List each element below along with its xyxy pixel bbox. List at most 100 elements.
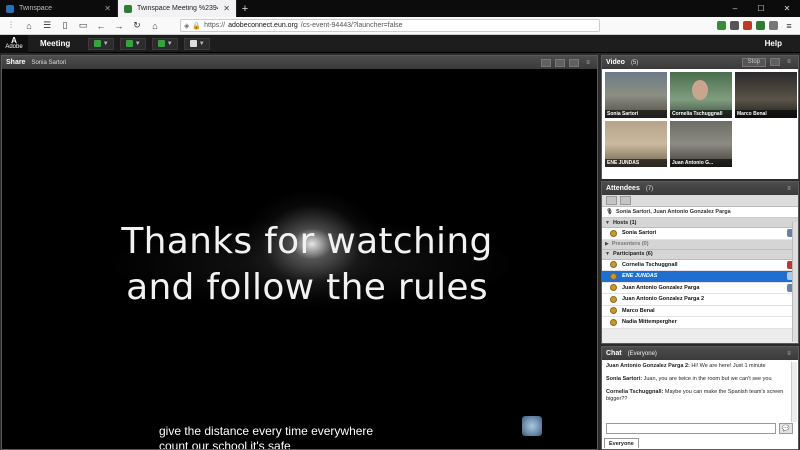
video-tile[interactable]: Marco Benal bbox=[735, 72, 797, 118]
person-icon bbox=[610, 318, 617, 326]
bookmarks-icon[interactable]: ☰ bbox=[40, 19, 54, 33]
address-bar[interactable]: ◈ 🔒 https://adobeconnect.eun.org/cs-even… bbox=[180, 19, 600, 32]
chat-message: Sonia Sartori: Juan, you are twice in th… bbox=[606, 376, 786, 383]
attendee-name: Juan Antonio Gonzalez Parga 2 bbox=[622, 296, 705, 303]
browser-nav-bar: ⫶ ⌂ ☰ ▯ ▭ ← → ↻ ⌂ ◈ 🔒 https://adobeconne… bbox=[0, 17, 800, 35]
hosts-group-header[interactable]: ▼ Hosts (1) bbox=[602, 218, 798, 228]
microphone-control[interactable]: ▼ bbox=[120, 37, 147, 50]
url-prefix: https:// bbox=[204, 22, 226, 29]
help-menu[interactable]: Help bbox=[765, 39, 800, 48]
sidebar-icon[interactable]: ▯ bbox=[58, 19, 72, 33]
attendee-row[interactable]: Juan Antonio Gonzalez Parga bbox=[602, 282, 798, 294]
layout-icon[interactable] bbox=[555, 58, 565, 67]
message-sender: Cornelia Tschuggnall: bbox=[606, 389, 664, 395]
video-tile[interactable]: Juan Antonio G... bbox=[670, 121, 732, 167]
chevron-down-icon[interactable]: ▼ bbox=[103, 41, 109, 47]
share-pod-header: Share Sonia Sartori ≡ bbox=[2, 56, 597, 69]
pod-menu-icon[interactable]: ≡ bbox=[784, 350, 794, 358]
share-pod: Share Sonia Sartori ≡ Thanks for watchin… bbox=[1, 55, 598, 450]
presenters-group-header[interactable]: ▶ Presenters (0) bbox=[602, 239, 798, 250]
logo-text: Adobe bbox=[5, 43, 23, 50]
fullscreen-icon[interactable] bbox=[569, 58, 579, 67]
send-message-icon[interactable]: 💬 bbox=[779, 423, 793, 434]
attendee-name: Sonia Sartori bbox=[622, 230, 657, 237]
close-tab-icon[interactable]: ✕ bbox=[104, 4, 111, 13]
chat-message: Juan Antonio Gonzalez Parga 2: Hi! We ar… bbox=[606, 363, 786, 370]
browser-tab-meeting[interactable]: Twinspace Meeting %2394443 ✕ bbox=[118, 0, 237, 17]
chevron-down-icon[interactable]: ▼ bbox=[135, 41, 141, 47]
tile-label: Sonia Sartori bbox=[605, 110, 667, 118]
browser-tab-twinspace[interactable]: Twinspace ✕ bbox=[0, 0, 118, 17]
back-icon[interactable]: ← bbox=[94, 19, 108, 33]
participants-group-header[interactable]: ▼ Participants (6) bbox=[602, 249, 798, 260]
pod-menu-icon[interactable]: ≡ bbox=[784, 185, 794, 193]
extension-icon[interactable] bbox=[769, 21, 778, 30]
layout-icon[interactable] bbox=[541, 58, 551, 67]
chat-scrollbar[interactable] bbox=[791, 362, 797, 422]
message-text: Juan, you are twice in the room but we c… bbox=[642, 376, 772, 382]
video-tile[interactable]: Cornelia Tschuggnall bbox=[670, 72, 732, 118]
attendees-scrollbar[interactable] bbox=[792, 222, 798, 342]
home-icon[interactable]: ⌂ bbox=[22, 19, 36, 33]
video-count: (5) bbox=[630, 59, 639, 66]
attendee-row[interactable]: Cornelia Tschuggnall bbox=[602, 259, 798, 271]
slide-line: Thanks for watching bbox=[121, 221, 493, 262]
reload-icon[interactable]: ↻ bbox=[130, 19, 144, 33]
maximize-button[interactable]: ☐ bbox=[748, 0, 774, 17]
speaker-control[interactable]: ▼ bbox=[88, 37, 115, 50]
pod-title: Share bbox=[6, 59, 26, 66]
chat-tab-everyone[interactable]: Everyone bbox=[604, 438, 639, 448]
person-icon bbox=[610, 284, 617, 292]
video-grid: Sonia Sartori Cornelia Tschuggnall Marco… bbox=[602, 69, 798, 179]
pod-controls: ≡ bbox=[784, 350, 794, 358]
webcam-control[interactable]: ▼ bbox=[152, 37, 179, 50]
list-view-icon[interactable] bbox=[606, 196, 617, 205]
sort-icon[interactable] bbox=[620, 196, 631, 205]
group-label: Participants (6) bbox=[612, 251, 653, 257]
attendee-row[interactable]: Marco Benal bbox=[602, 305, 798, 317]
hamburger-menu-icon[interactable]: ≡ bbox=[782, 19, 796, 33]
chat-input[interactable] bbox=[606, 423, 776, 434]
attendee-row[interactable]: Juan Antonio Gonzalez Parga 2 bbox=[602, 294, 798, 306]
browser-tab-strip: Twinspace ✕ Twinspace Meeting %2394443 ✕… bbox=[0, 0, 800, 17]
layout-icon[interactable] bbox=[770, 58, 780, 66]
attendee-row[interactable]: Sonia Sartori bbox=[602, 228, 798, 240]
presenter-name: Sonia Sartori bbox=[31, 59, 67, 66]
close-tab-icon[interactable]: ✕ bbox=[223, 4, 230, 13]
pod-menu-icon[interactable]: ≡ bbox=[583, 59, 593, 67]
chevron-down-icon[interactable]: ▼ bbox=[167, 41, 173, 47]
video-tile[interactable]: ENE JUNDAS bbox=[605, 121, 667, 167]
tile-label: Cornelia Tschuggnall bbox=[670, 110, 732, 118]
close-window-button[interactable]: ✕ bbox=[774, 0, 800, 17]
attendee-row[interactable]: Nadia Mittempergher bbox=[602, 317, 798, 329]
extension-icon[interactable] bbox=[730, 21, 739, 30]
adobe-logo: A Adobe bbox=[0, 34, 28, 53]
caption-line: give the distance every time everywhere bbox=[159, 424, 374, 438]
attendee-name: Juan Antonio Gonzalez Parga bbox=[622, 284, 700, 291]
extension-icon[interactable] bbox=[743, 21, 752, 30]
extension-icon[interactable] bbox=[756, 21, 765, 30]
extension-icon[interactable] bbox=[717, 21, 726, 30]
forward-icon[interactable]: → bbox=[112, 19, 126, 33]
home-page-icon[interactable]: ⌂ bbox=[148, 19, 162, 33]
minimize-button[interactable]: – bbox=[722, 0, 748, 17]
message-sender: Juan Antonio Gonzalez Parga 2: bbox=[606, 363, 690, 369]
attendee-name: Nadia Mittempergher bbox=[622, 319, 677, 326]
library-icon[interactable]: ⫶ bbox=[4, 19, 18, 33]
person-icon bbox=[610, 261, 617, 269]
connect-menubar: A Adobe Meeting ▼ ▼ ▼ ▼ Help bbox=[0, 34, 800, 53]
chat-scope: (Everyone) bbox=[627, 350, 657, 357]
adobe-connect-favicon-icon bbox=[124, 4, 132, 13]
stop-video-button[interactable]: Stop bbox=[741, 58, 766, 67]
attendee-name: ENE JUNDAS bbox=[622, 273, 658, 280]
attendee-row-selected[interactable]: ENE JUNDAS bbox=[602, 271, 798, 283]
pod-menu-icon[interactable]: ≡ bbox=[784, 58, 794, 66]
shield-icon: ◈ bbox=[184, 22, 190, 30]
new-tab-button[interactable]: + bbox=[237, 0, 253, 17]
chevron-down-icon[interactable]: ▼ bbox=[199, 41, 205, 47]
raise-hand-control[interactable]: ▼ bbox=[184, 37, 211, 50]
meeting-menu[interactable]: Meeting bbox=[28, 39, 82, 48]
print-icon[interactable]: ▭ bbox=[76, 19, 90, 33]
video-tile[interactable]: Sonia Sartori bbox=[605, 72, 667, 118]
hand-icon bbox=[189, 40, 197, 47]
